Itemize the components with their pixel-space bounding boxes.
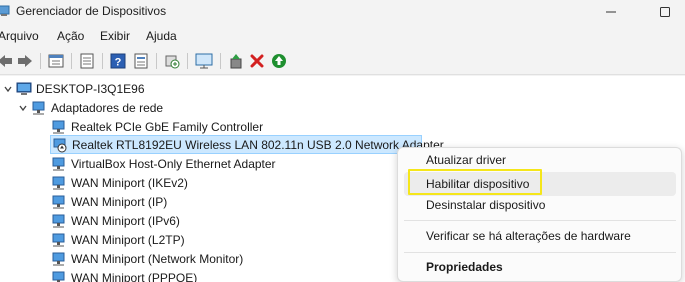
toolbar-separator bbox=[71, 53, 72, 69]
network-adapter-icon bbox=[51, 270, 67, 282]
update-driver-tb-button[interactable] bbox=[227, 52, 245, 70]
tree-device-row[interactable]: WAN Miniport (PPPOE) bbox=[51, 268, 197, 282]
menu-uninstall-device[interactable]: Desinstalar dispositivo bbox=[404, 193, 676, 217]
toolbar-separator bbox=[156, 53, 157, 69]
menu-exibir[interactable]: Exibir bbox=[100, 29, 130, 43]
properties-icon bbox=[48, 54, 64, 68]
enable-tb-button[interactable] bbox=[270, 52, 288, 70]
device-label: WAN Miniport (L2TP) bbox=[71, 232, 185, 247]
network-adapter-icon bbox=[51, 251, 67, 267]
minimize-button[interactable] bbox=[591, 0, 631, 24]
menu-ajuda[interactable]: Ajuda bbox=[146, 29, 177, 43]
highlight-annotation bbox=[408, 169, 542, 195]
title-bar: Gerenciador de Dispositivos bbox=[0, 0, 685, 24]
view-icon bbox=[80, 53, 94, 69]
forward-button[interactable] bbox=[16, 52, 34, 70]
minimize-icon bbox=[606, 11, 616, 13]
menu-scan-hardware[interactable]: Verificar se há alterações de hardware bbox=[404, 224, 676, 248]
network-category-icon bbox=[31, 100, 47, 116]
tree-device-row[interactable]: Realtek PCIe GbE Family Controller bbox=[51, 117, 263, 136]
device-label: WAN Miniport (Network Monitor) bbox=[71, 251, 244, 266]
menu-bar: Arquivo Ação Exibir Ajuda bbox=[0, 25, 685, 47]
monitor-tb-button[interactable] bbox=[195, 52, 213, 70]
tree-device-row[interactable]: VirtualBox Host-Only Ethernet Adapter bbox=[51, 154, 276, 173]
update-driver-icon bbox=[230, 54, 242, 69]
device-label: Realtek PCIe GbE Family Controller bbox=[71, 119, 264, 134]
network-adapter-icon bbox=[51, 156, 67, 172]
menu-arquivo[interactable]: Arquivo bbox=[0, 29, 39, 43]
menu-separator bbox=[404, 252, 676, 253]
computer-icon bbox=[16, 81, 32, 97]
properties-tb-button[interactable] bbox=[47, 52, 65, 70]
tree-device-row[interactable]: WAN Miniport (IP) bbox=[51, 192, 167, 211]
view-tb-button[interactable] bbox=[78, 52, 96, 70]
network-adapter-icon bbox=[51, 232, 67, 248]
tree-device-row[interactable]: WAN Miniport (IKEv2) bbox=[51, 173, 188, 192]
disabled-network-adapter-icon bbox=[52, 137, 68, 153]
back-button[interactable] bbox=[0, 52, 14, 70]
tree-node-computer[interactable]: DESKTOP-I3Q1E96 bbox=[2, 79, 145, 98]
network-adapter-icon bbox=[51, 175, 67, 191]
device-label: WAN Miniport (PPPOE) bbox=[71, 270, 198, 282]
computer-name: DESKTOP-I3Q1E96 bbox=[36, 81, 145, 96]
monitor-icon bbox=[195, 53, 213, 69]
scan-tb-button[interactable] bbox=[163, 52, 181, 70]
menu-acao[interactable]: Ação bbox=[57, 29, 84, 43]
toolbar-separator bbox=[220, 53, 221, 69]
action-tb-button[interactable] bbox=[132, 52, 150, 70]
network-adapter-icon bbox=[51, 194, 67, 210]
tree-device-row-selected[interactable]: Realtek RTL8192EU Wireless LAN 802.11n U… bbox=[50, 135, 444, 154]
maximize-button[interactable] bbox=[645, 0, 685, 24]
action-icon bbox=[134, 53, 148, 69]
device-label: WAN Miniport (IPv6) bbox=[71, 213, 180, 228]
toolbar: ? bbox=[0, 47, 685, 75]
uninstall-tb-button[interactable] bbox=[248, 52, 266, 70]
toolbar-separator bbox=[40, 53, 41, 69]
enable-icon bbox=[272, 54, 286, 68]
device-label: VirtualBox Host-Only Ethernet Adapter bbox=[71, 156, 276, 171]
help-tb-button[interactable]: ? bbox=[109, 52, 127, 70]
uninstall-icon bbox=[250, 54, 264, 68]
context-menu: Atualizar driver Habilitar dispositivo D… bbox=[397, 147, 682, 282]
chevron-down-icon[interactable] bbox=[17, 102, 29, 114]
tree-device-row[interactable]: WAN Miniport (IPv6) bbox=[51, 211, 180, 230]
network-adapter-icon bbox=[51, 213, 67, 229]
network-adapter-icon bbox=[51, 119, 67, 135]
toolbar-separator bbox=[187, 53, 188, 69]
back-arrow-icon bbox=[0, 55, 12, 67]
scan-icon bbox=[165, 55, 180, 69]
menu-separator bbox=[404, 220, 676, 221]
help-icon: ? bbox=[110, 53, 126, 69]
svg-text:?: ? bbox=[115, 57, 122, 69]
chevron-down-icon[interactable] bbox=[2, 83, 14, 95]
device-manager-icon bbox=[0, 5, 10, 17]
forward-arrow-icon bbox=[18, 55, 32, 67]
device-label: Realtek RTL8192EU Wireless LAN 802.11n U… bbox=[72, 137, 444, 152]
menu-properties[interactable]: Propriedades bbox=[404, 255, 676, 279]
device-label: WAN Miniport (IKEv2) bbox=[71, 175, 188, 190]
maximize-icon bbox=[660, 7, 670, 17]
device-label: WAN Miniport (IP) bbox=[71, 194, 168, 209]
toolbar-separator bbox=[102, 53, 103, 69]
tree-node-category[interactable]: Adaptadores de rede bbox=[17, 98, 163, 117]
category-label: Adaptadores de rede bbox=[51, 100, 164, 115]
tree-device-row[interactable]: WAN Miniport (Network Monitor) bbox=[51, 249, 243, 268]
window-title: Gerenciador de Dispositivos bbox=[16, 4, 167, 18]
tree-device-row[interactable]: WAN Miniport (L2TP) bbox=[51, 230, 185, 249]
